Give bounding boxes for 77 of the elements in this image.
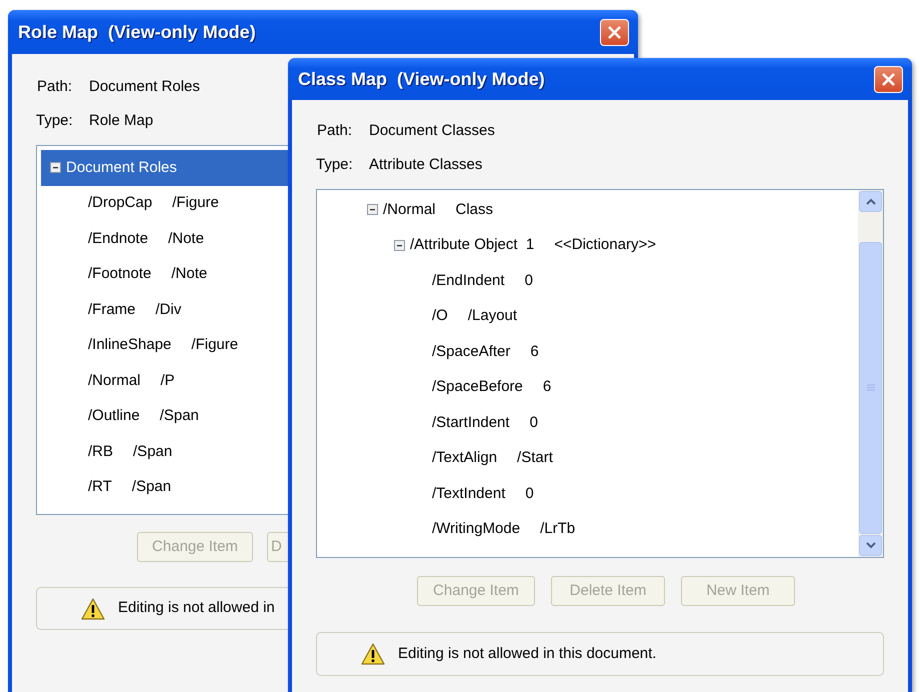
item-name: /Endnote <box>88 228 148 248</box>
collapse-icon[interactable] <box>367 204 378 216</box>
item-value: /Span <box>160 406 199 426</box>
path-label: Path: <box>36 76 74 97</box>
chevron-up-icon <box>866 198 876 205</box>
scrollbar[interactable] <box>858 190 883 557</box>
item-name: /EndIndent <box>432 270 505 290</box>
item-name: Document Roles <box>66 158 177 178</box>
item-value: /Note <box>168 228 204 248</box>
tree-item[interactable]: /StartIndent 0 <box>321 405 854 440</box>
tree-item[interactable]: /Normal Class <box>321 192 854 228</box>
item-name: /Normal <box>383 200 436 220</box>
item-value: /Figure <box>191 335 238 355</box>
path-label: Path: <box>316 120 354 141</box>
item-value: /Span <box>132 477 172 497</box>
item-value: /Span <box>133 442 172 462</box>
item-value: Class <box>456 200 494 220</box>
scroll-thumb[interactable] <box>859 242 882 534</box>
chevron-down-icon <box>866 542 876 549</box>
close-icon <box>607 24 622 40</box>
item-value: 0 <box>524 270 533 290</box>
type-value: Attribute Classes <box>369 154 482 175</box>
collapse-icon[interactable] <box>50 162 61 174</box>
item-value: 6 <box>542 377 552 397</box>
warning-icon <box>81 598 105 620</box>
tree-item[interactable]: /WritingMode /LrTb <box>321 512 854 547</box>
path-value: Document Classes <box>369 120 495 141</box>
item-name: /DropCap <box>88 193 152 213</box>
tree-item[interactable]: /Attribute Object 1 <<Dictionary>> <box>321 228 854 263</box>
item-name: /Normal <box>88 370 141 390</box>
tree-item[interactable]: /SpaceAfter 6 <box>321 334 854 370</box>
collapse-icon[interactable] <box>394 240 405 251</box>
item-name: /StartIndent <box>432 412 510 432</box>
message-text: Editing is not allowed in this document. <box>398 644 656 664</box>
window-title: Class Map (View-only Mode) <box>298 68 545 91</box>
item-value: /Figure <box>172 193 219 213</box>
item-value: /Note <box>171 264 208 284</box>
tree-item[interactable]: /TextAlign /Start <box>321 440 854 476</box>
tree-view[interactable]: /Normal Class /Attribute Object 1 <<Dictionary>> /EndIndent 0 /O /Layout /SpaceAfter 6 /SpaceBefore 6 /StartIndent 0 /TextAlign /Start /TextIndent 0 /WritingMode /LrTb <box>316 189 884 558</box>
item-name: /RT <box>88 477 112 497</box>
item-name: /InlineShape <box>88 335 172 355</box>
item-name: /Frame <box>88 300 136 320</box>
item-name: /WritingMode <box>432 519 520 539</box>
item-name: /Outline <box>88 406 140 426</box>
item-value: /P <box>160 370 175 390</box>
tree-item[interactable]: /TextIndent 0 <box>321 476 854 512</box>
item-value: /Start <box>517 448 553 468</box>
warning-icon <box>361 643 385 665</box>
tree-item[interactable]: /SpaceBefore 6 <box>321 370 854 405</box>
type-label: Type: <box>36 110 74 131</box>
tree-item[interactable]: /EndIndent 0 <box>321 263 854 298</box>
close-icon <box>881 72 896 86</box>
tree-item[interactable]: /O /Layout <box>321 298 854 334</box>
type-label: Type: <box>316 154 354 175</box>
close-button[interactable] <box>600 18 629 46</box>
item-name: /TextIndent <box>432 484 506 504</box>
item-name: /Footnote <box>88 264 152 284</box>
item-value: /LrTb <box>540 519 576 539</box>
item-value: <<Dictionary>> <box>554 235 656 255</box>
scroll-down-button[interactable] <box>859 535 882 556</box>
window-title: Role Map (View-only Mode) <box>18 20 256 44</box>
item-value: 0 <box>525 484 534 504</box>
item-value: /Layout <box>468 306 518 326</box>
message-text: Editing is not allowed in <box>118 598 275 618</box>
item-name: /SpaceAfter <box>432 342 510 362</box>
item-name: /O <box>432 306 448 326</box>
scroll-up-button[interactable] <box>859 191 882 212</box>
item-name: /TextAlign <box>432 448 498 468</box>
item-name: /RB <box>88 442 114 462</box>
item-value: 0 <box>530 412 538 432</box>
item-name: /SpaceBefore <box>432 377 523 397</box>
path-value: Document Roles <box>89 76 200 97</box>
item-value: 6 <box>530 342 539 362</box>
close-button[interactable] <box>874 66 903 92</box>
item-value: /Div <box>156 300 182 320</box>
type-value: Role Map <box>89 110 154 131</box>
item-name: /Attribute Object 1 <box>410 235 534 255</box>
